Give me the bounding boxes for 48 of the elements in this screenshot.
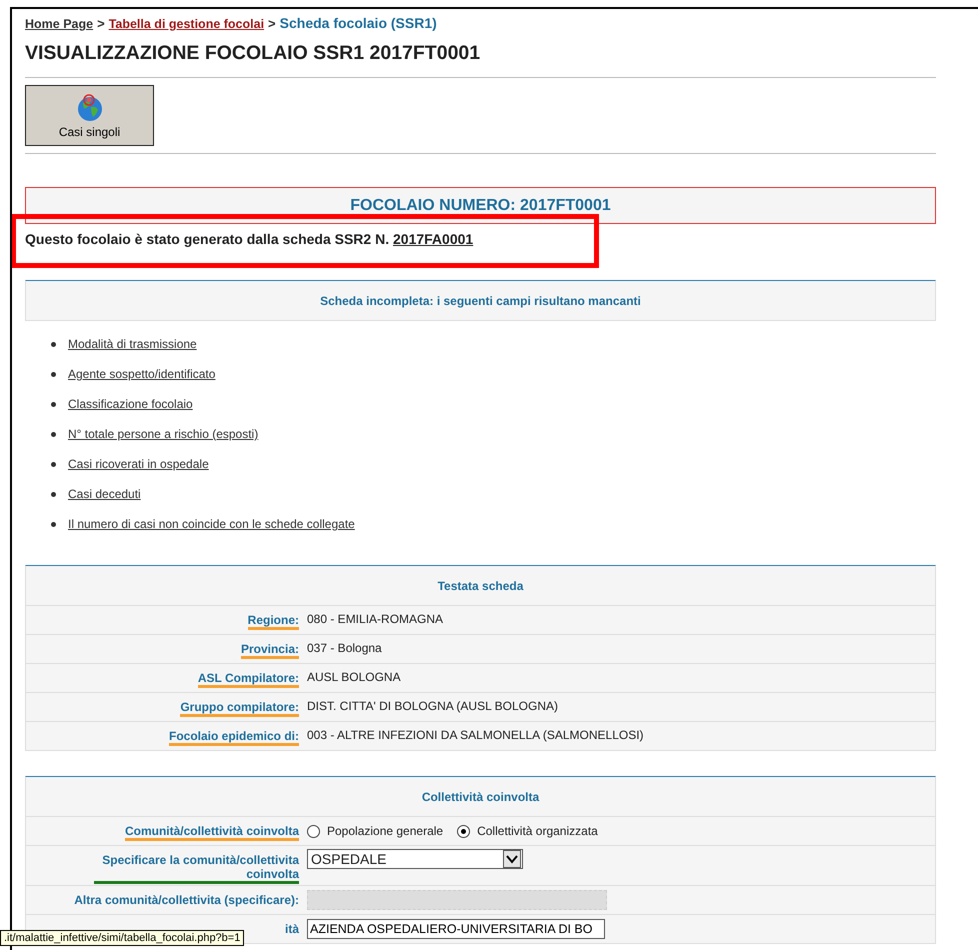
breadcrumb-current: Scheda focolaio (SSR1) [280, 15, 437, 31]
missing-field-link[interactable]: Agente sospetto/identificato [68, 367, 216, 381]
bullet-icon [51, 432, 56, 436]
field-label: Focolaio epidemico di: [168, 723, 299, 746]
source-record-link[interactable]: 2017FA0001 [393, 231, 474, 247]
page-title: VISUALIZZAZIONE FOCOLAIO SSR1 2017FT0001 [25, 42, 482, 65]
bullet-icon [51, 462, 56, 466]
bullet-icon [51, 372, 56, 376]
community-dropdown[interactable]: OSPEDALE [307, 849, 523, 869]
field-label: Comunità/collettività coinvolta [124, 818, 299, 841]
bullet-icon [51, 342, 56, 346]
casi-singoli-button[interactable]: Casi singoli [25, 85, 154, 146]
missing-field-link[interactable]: Casi deceduti [68, 487, 141, 501]
field-label: Altra comunità/collettivita (specificare): [74, 892, 299, 907]
bullet-icon [51, 492, 56, 496]
missing-field-link[interactable]: N° totale persone a rischio (esposti) [68, 427, 258, 441]
breadcrumb-link[interactable]: Tabella di gestione focolai [108, 17, 264, 31]
field-label: Gruppo compilatore: [180, 694, 299, 717]
status-url-tooltip: .it/malattie_infettive/simi/tabella_focolai.php?b=1 [0, 930, 244, 946]
field-value: 080 - EMILIA-ROMAGNA [306, 611, 444, 628]
field-value: 003 - ALTRE INFEZIONI DA SALMONELLA (SALMONELLOSI) [306, 727, 645, 744]
radio-option[interactable]: Popolazione generale [307, 824, 444, 838]
panel-header: Scheda incompleta: i seguenti campi risultano mancanti [319, 293, 642, 310]
field-value: DIST. CITTA' DI BOLOGNA (AUSL BOLOGNA) [306, 698, 560, 715]
field-label: Regione: [248, 607, 299, 630]
origin-note: Questo focolaio è stato generato dalla scheda SSR2 N. 2017FA0001 [25, 230, 474, 249]
radio-option[interactable]: Collettività organizzata [457, 824, 598, 838]
breadcrumb-separator: > [268, 16, 276, 31]
bullet-icon [51, 522, 56, 526]
radio-button[interactable] [457, 824, 470, 838]
field-label: ASL Compilatore: [198, 665, 299, 688]
missing-field-link[interactable]: Casi ricoverati in ospedale [68, 457, 209, 471]
panel-header: Testata scheda [26, 566, 935, 606]
input-field[interactable]: AZIENDA OSPEDALIERO-UNIVERSITARIA DI BO [307, 919, 605, 939]
radio-button[interactable] [307, 824, 320, 838]
missing-field-link[interactable]: Modalità di trasmissione [68, 337, 197, 351]
field-label: Specificare la comunità/collettivita coinvolta [94, 847, 299, 884]
bullet-icon [51, 402, 56, 406]
field-value: AUSL BOLOGNA [306, 669, 402, 686]
field-value: 037 - Bologna [306, 640, 383, 657]
field-label: ità [284, 921, 299, 936]
outbreak-number-banner: FOCOLAIO NUMERO: 2017FT0001 [25, 187, 936, 224]
field-label: Provincia: [240, 636, 299, 659]
panel-header: Collettività coinvolta [26, 777, 935, 817]
missing-field-link[interactable]: Classificazione focolaio [68, 397, 193, 411]
breadcrumb-separator: > [97, 16, 105, 31]
missing-field-link[interactable]: Il numero di casi non coincide con le schede collegate [68, 517, 355, 531]
breadcrumb-link[interactable]: Home Page [25, 17, 94, 31]
